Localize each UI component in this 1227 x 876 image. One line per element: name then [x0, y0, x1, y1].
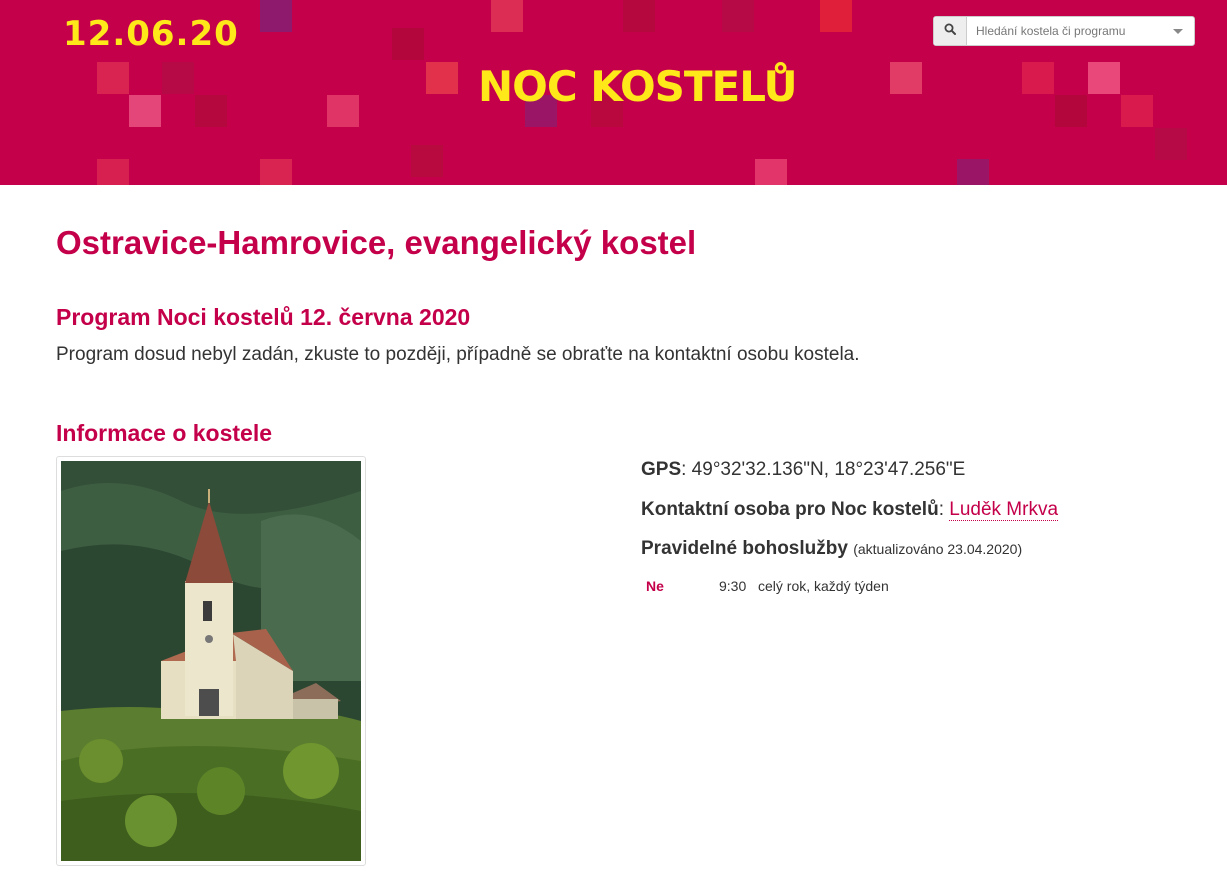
program-heading: Program Noci kostelů 12. června 2020 [56, 304, 471, 330]
program-text: Program dosud nebyl zadán, zkuste to poz… [56, 344, 860, 365]
services-updated: (aktualizováno 23.04.2020) [853, 541, 1023, 557]
service-note: celý rok, každý týden [758, 578, 889, 594]
chevron-down-icon[interactable] [1173, 28, 1183, 34]
church-search[interactable] [933, 16, 1195, 46]
church-photo-image [61, 461, 361, 861]
search-input[interactable] [967, 17, 1173, 45]
info-heading: Informace o kostele [56, 420, 273, 446]
search-button[interactable] [934, 17, 967, 45]
site-header: 12.06.20 NOC KOSTELŮ [0, 0, 1227, 185]
service-day: Ne [646, 578, 664, 594]
contact-info: Kontaktní osoba pro Noc kostelů: Luděk M… [641, 499, 1059, 521]
gps-label: GPS [641, 459, 682, 480]
page-title: Ostravice-Hamrovice, evangelický kostel [56, 224, 697, 261]
services-label: Pravidelné bohoslužby [641, 538, 848, 559]
contact-link[interactable]: Luděk Mrkva [949, 499, 1059, 521]
event-date: 12.06.20 [63, 14, 239, 54]
service-time: 9:30 [719, 578, 747, 594]
gps-info: GPS: 49°32'32.136"N, 18°23'47.256"E [641, 459, 965, 481]
gps-value: : 49°32'32.136"N, 18°23'47.256"E [681, 459, 966, 480]
site-logo[interactable]: NOC KOSTELŮ [478, 62, 798, 111]
contact-separator: : [938, 499, 950, 520]
services-info: Pravidelné bohoslužby (aktualizováno 23.… [641, 538, 1022, 560]
search-icon [944, 22, 956, 40]
church-photo[interactable] [56, 456, 366, 866]
contact-label: Kontaktní osoba pro Noc kostelů [641, 499, 939, 520]
